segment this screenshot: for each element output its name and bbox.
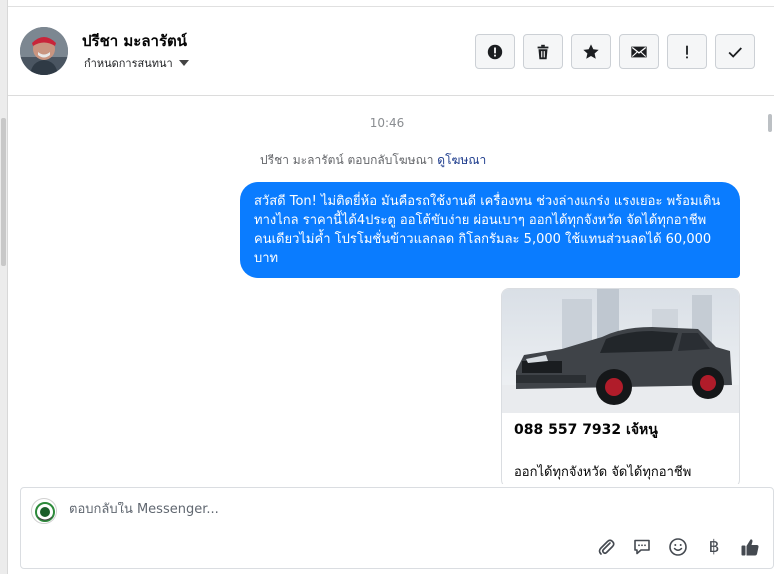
avatar-photo xyxy=(20,27,68,75)
envelope-icon xyxy=(631,46,647,57)
speech-bubble-icon xyxy=(634,539,650,555)
baht-icon: ฿ xyxy=(708,537,720,557)
star-button[interactable] xyxy=(571,34,611,69)
card-description: ออกได้ทุกจังหวัด จัดได้ทุกอาชีพ xyxy=(514,465,692,480)
exclamation-icon xyxy=(686,45,688,58)
follow-up-button[interactable] xyxy=(667,34,707,69)
conversation-header: ปรีชา มะลารัตน์ กำหนดการสนทนา xyxy=(8,6,774,96)
trash-icon xyxy=(537,44,549,59)
ad-reply-text: ปรีชา มะลารัตน์ ตอบกลับโฆษณา xyxy=(260,153,434,167)
ad-reply-note: ปรีชา มะลารัตน์ ตอบกลับโฆษณา ดูโฆษณา xyxy=(260,151,486,170)
caret-down-icon xyxy=(178,60,189,66)
left-scrollbar-thumb[interactable] xyxy=(1,118,6,266)
header-actions xyxy=(475,34,755,69)
emoji-button[interactable] xyxy=(667,536,689,558)
delete-button[interactable] xyxy=(523,34,563,69)
alert-icon xyxy=(487,44,503,59)
conversation-menu-label: กำหนดการสนทนา xyxy=(84,57,173,70)
outgoing-message-bubble: สวัสดี Ton! ไม่ติดยี่ห้อ มันคือรถใช้งานด… xyxy=(240,182,740,278)
mark-unread-button[interactable] xyxy=(619,34,659,69)
avatar[interactable] xyxy=(20,27,68,75)
saved-replies-button[interactable] xyxy=(631,536,653,558)
reply-input[interactable] xyxy=(69,502,669,517)
mark-done-button[interactable] xyxy=(715,34,755,69)
paperclip-icon xyxy=(598,539,615,555)
payment-button[interactable]: ฿ xyxy=(703,536,725,558)
contact-name[interactable]: ปรีชา มะลารัตน์ xyxy=(82,29,187,53)
left-scroll-strip[interactable] xyxy=(0,0,8,574)
attach-button[interactable] xyxy=(595,536,617,558)
message-timestamp: 10:46 xyxy=(369,116,405,130)
card-title: 088 557 7932 เจ้หนู xyxy=(514,422,658,438)
reply-composer: ฿ xyxy=(20,487,774,569)
star-icon xyxy=(583,43,599,59)
composer-tools: ฿ xyxy=(595,536,761,558)
thread-scrollbar[interactable] xyxy=(766,96,774,484)
smiley-icon xyxy=(669,538,687,556)
view-ad-link[interactable]: ดูโฆษณา xyxy=(437,153,486,167)
page-logo-icon xyxy=(33,500,56,523)
message-thread[interactable]: 10:46 ปรีชา มะลารัตน์ ตอบกลับโฆษณา ดูโฆษ… xyxy=(8,96,766,484)
conversation-menu[interactable]: กำหนดการสนทนา xyxy=(84,54,189,72)
checkmark-icon xyxy=(728,46,742,58)
thread-scrollbar-thumb[interactable] xyxy=(768,114,772,132)
truck-photo xyxy=(502,289,739,413)
thumbs-up-icon xyxy=(741,539,759,556)
like-button[interactable] xyxy=(739,536,761,558)
mark-spam-button[interactable] xyxy=(475,34,515,69)
attachment-card[interactable]: 088 557 7932 เจ้หนู ออกได้ทุกจังหวัด จัด… xyxy=(501,288,740,484)
page-avatar xyxy=(31,498,57,524)
